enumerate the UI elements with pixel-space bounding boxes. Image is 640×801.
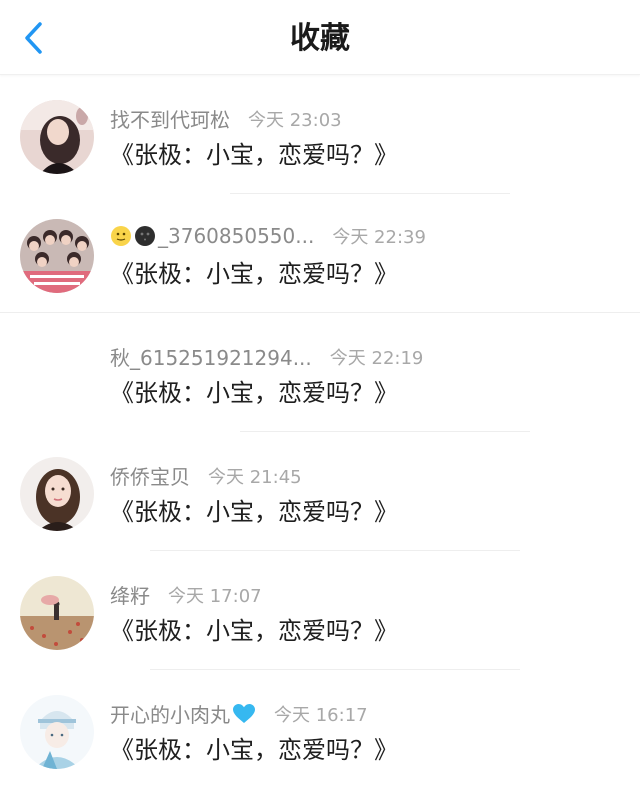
back-button[interactable] <box>14 18 54 58</box>
timestamp: 今天 21:45 <box>208 466 302 488</box>
page-title: 收藏 <box>290 21 350 56</box>
user-name[interactable]: 秋_615251921294... <box>110 342 312 371</box>
timestamp: 今天 23:03 <box>248 109 342 131</box>
list-item[interactable]: _3760850550... 今天 22:39 《张极：小宝，恋爱吗？》 <box>0 194 640 313</box>
list-item[interactable]: 开心的小肉丸 今天 16:17 《张极：小宝，恋爱吗？》 <box>0 670 640 789</box>
heart-icon <box>233 703 255 723</box>
message-text[interactable]: 《张极：小宝，恋爱吗？》 <box>110 135 398 170</box>
message-text[interactable]: 《张极：小宝，恋爱吗？》 <box>110 730 398 765</box>
list-item[interactable]: 侨侨宝贝 今天 21:45 《张极：小宝，恋爱吗？》 <box>0 432 640 551</box>
avatar[interactable] <box>20 576 94 650</box>
timestamp: 今天 22:39 <box>332 227 426 248</box>
message-text[interactable]: 《张极：小宝，恋爱吗？》 <box>110 492 398 527</box>
message-text[interactable]: 《张极：小宝，恋爱吗？》 <box>110 373 398 408</box>
list-item[interactable]: 秋_615251921294... 今天 22:19 《张极：小宝，恋爱吗？》 <box>0 313 640 432</box>
avatar[interactable] <box>20 219 94 293</box>
user-name[interactable]: 绛籽 <box>110 580 150 609</box>
avatar[interactable] <box>20 457 94 531</box>
avatar[interactable] <box>20 100 94 174</box>
avatar[interactable] <box>20 695 94 769</box>
user-name[interactable]: 找不到代珂松 <box>110 104 230 133</box>
timestamp: 今天 22:19 <box>329 347 424 369</box>
timestamp: 今天 17:07 <box>168 585 262 607</box>
smiley-emoji-icon <box>111 226 131 246</box>
dark-moon-emoji-icon <box>135 226 155 246</box>
list-item[interactable]: 绛籽 今天 17:07 《张极：小宝，恋爱吗？》 <box>0 551 640 670</box>
chevron-left-icon <box>25 22 42 54</box>
favorites-list: 找不到代珂松 今天 23:03 《张极：小宝，恋爱吗？》 _3760850550… <box>0 75 640 789</box>
message-text[interactable]: 《张极：小宝，恋爱吗？》 <box>110 611 398 646</box>
user-name[interactable]: _3760850550... <box>158 224 314 248</box>
timestamp: 今天 16:17 <box>274 704 368 726</box>
user-name[interactable]: 开心的小肉丸 <box>110 699 230 728</box>
user-name[interactable]: 侨侨宝贝 <box>110 461 190 490</box>
list-item[interactable]: 找不到代珂松 今天 23:03 《张极：小宝，恋爱吗？》 <box>0 75 640 194</box>
message-text[interactable]: 《张极：小宝，恋爱吗？》 <box>110 254 398 289</box>
top-bar: 收藏 <box>0 0 640 75</box>
